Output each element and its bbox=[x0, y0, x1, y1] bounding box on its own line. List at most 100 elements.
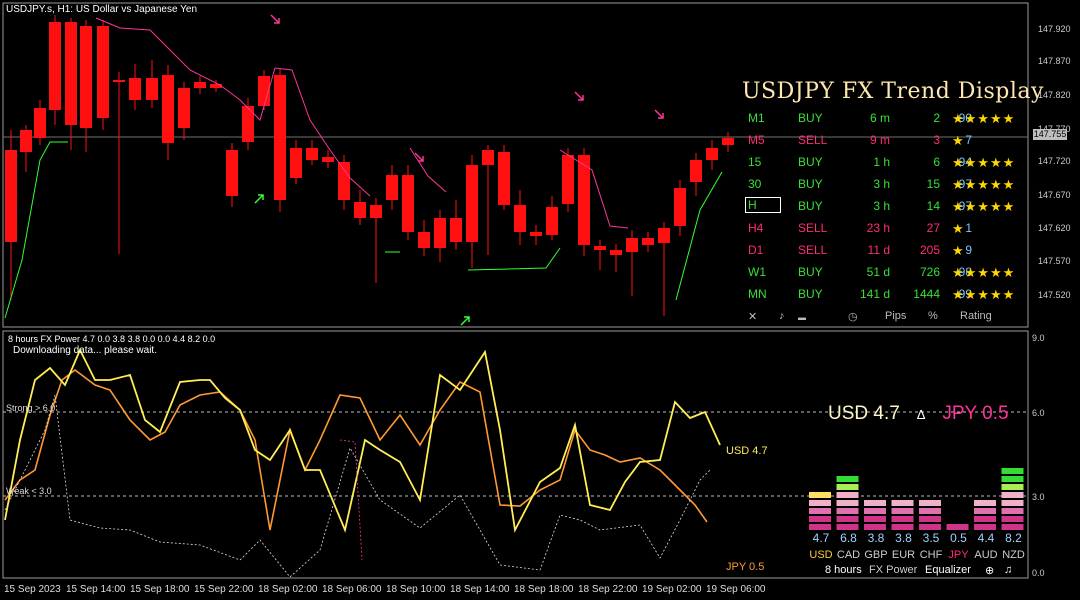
signal-label: BUY bbox=[798, 111, 823, 125]
currency-name[interactable]: CAD bbox=[835, 549, 863, 561]
currency-strength-value: 3.5 bbox=[922, 531, 940, 545]
usd-strength-line bbox=[4, 347, 721, 533]
equalizer-segment bbox=[891, 524, 914, 530]
currency-strength-value: 6.8 bbox=[840, 531, 857, 545]
wave-icon[interactable]: ▬ bbox=[798, 313, 806, 322]
timeframe-label[interactable]: H bbox=[745, 197, 781, 213]
signal-label: SELL bbox=[798, 243, 828, 257]
candle-body bbox=[386, 175, 398, 200]
candle-body bbox=[658, 228, 670, 243]
sound-icon[interactable]: ♫ bbox=[1004, 564, 1012, 576]
current-price-badge: 147.755 bbox=[1033, 129, 1067, 140]
music-icon[interactable]: ♪ bbox=[779, 310, 785, 322]
pips-value: 2 bbox=[933, 111, 940, 125]
percent-column-header[interactable]: % bbox=[928, 310, 938, 322]
period-selector[interactable]: 8 hours bbox=[825, 564, 862, 576]
candle-body bbox=[482, 150, 494, 165]
clock-icon[interactable]: ◷ bbox=[848, 310, 858, 323]
buy-arrow-icon bbox=[460, 316, 470, 326]
signal-label: SELL bbox=[798, 133, 828, 147]
equalizer-segment bbox=[1001, 468, 1024, 474]
time-tick: 18 Sep 18:00 bbox=[514, 584, 574, 595]
equalizer-segment bbox=[809, 500, 831, 506]
currency-name[interactable]: CHF bbox=[917, 549, 945, 561]
fx-power-label[interactable]: FX Power bbox=[869, 564, 917, 576]
currency-name[interactable]: JPY bbox=[945, 549, 973, 561]
trend-overlay-lines bbox=[4, 17, 723, 319]
timeframe-label[interactable]: M5 bbox=[748, 133, 778, 147]
equalizer-segment bbox=[891, 500, 914, 506]
time-tick: 18 Sep 10:00 bbox=[386, 584, 446, 595]
candle-body bbox=[113, 80, 125, 82]
currency-name[interactable]: EUR bbox=[890, 549, 918, 561]
rating-column-header[interactable]: Rating bbox=[960, 310, 992, 322]
signal-label: BUY bbox=[798, 199, 823, 213]
equalizer-segment bbox=[1001, 476, 1024, 482]
candle-body bbox=[354, 202, 366, 218]
candle-body bbox=[594, 246, 606, 250]
equalizer-segment bbox=[974, 524, 996, 530]
delta-icon: ∆ bbox=[917, 407, 926, 422]
equalizer-segment bbox=[919, 516, 941, 522]
equalizer-segment bbox=[864, 516, 886, 522]
currency-name[interactable]: NZD bbox=[1000, 549, 1028, 561]
currency-name[interactable]: AUD bbox=[972, 549, 1000, 561]
candle-body bbox=[338, 162, 350, 200]
candle-body bbox=[434, 218, 446, 248]
candlestick-series bbox=[5, 15, 734, 316]
candle-body bbox=[370, 205, 382, 218]
equalizer-segment bbox=[836, 508, 859, 514]
timeframe-label[interactable]: 15 bbox=[748, 155, 778, 169]
equalizer-segment bbox=[891, 516, 914, 522]
equalizer-segment bbox=[1001, 516, 1024, 522]
jpy-strength-line bbox=[4, 368, 708, 531]
rating-stars: ★★★★★ bbox=[952, 287, 1016, 302]
signal-label: BUY bbox=[798, 155, 823, 169]
equalizer-segment bbox=[974, 508, 996, 514]
timeframe-label[interactable]: H4 bbox=[748, 221, 778, 235]
sell-arrow-icon bbox=[654, 109, 664, 119]
signal-label: SELL bbox=[798, 221, 828, 235]
rating-stars: ★★★★★ bbox=[952, 199, 1016, 214]
move-icon[interactable]: ⊕ bbox=[985, 564, 994, 577]
pips-column-header[interactable]: Pips bbox=[885, 310, 906, 322]
time-tick: 19 Sep 06:00 bbox=[706, 584, 766, 595]
timeframe-label[interactable]: M1 bbox=[748, 111, 778, 125]
timeframe-label[interactable]: 30 bbox=[748, 177, 778, 191]
candle-body bbox=[20, 130, 32, 152]
currency-name[interactable]: GBP bbox=[862, 549, 890, 561]
candle-body bbox=[80, 26, 92, 128]
timeframe-label[interactable]: MN bbox=[748, 287, 778, 301]
currency-name[interactable]: USD bbox=[807, 549, 835, 561]
candle-body bbox=[178, 88, 190, 128]
candle-body bbox=[65, 22, 77, 125]
equalizer-segment bbox=[1001, 500, 1024, 506]
candle-body bbox=[642, 238, 654, 245]
close-icon[interactable]: ✕ bbox=[748, 310, 757, 323]
trend-display-title[interactable]: USDJPY FX Trend Display bbox=[742, 79, 1044, 104]
equalizer-segment bbox=[919, 500, 941, 506]
price-tick: 147.620 bbox=[1038, 223, 1071, 233]
rating-stars: ★★★★★ bbox=[952, 111, 1016, 126]
candle-body bbox=[530, 232, 542, 236]
equalizer-bars bbox=[809, 468, 1024, 530]
strong-level-label: Strong > 6.0 bbox=[6, 403, 56, 413]
candle-body bbox=[578, 155, 590, 245]
candle-body bbox=[306, 148, 318, 160]
equalizer-segment bbox=[1001, 492, 1024, 498]
equalizer-segment bbox=[836, 516, 859, 522]
candle-body bbox=[290, 148, 302, 178]
candle-body bbox=[514, 205, 526, 232]
timeframe-label[interactable]: D1 bbox=[748, 243, 778, 257]
currency-strength-value: 0.5 bbox=[950, 531, 967, 545]
timeframe-label[interactable]: W1 bbox=[748, 265, 778, 279]
candle-body bbox=[450, 218, 462, 242]
chart-symbol-header: USDJPY.s, H1: US Dollar vs Japanese Yen bbox=[6, 4, 198, 15]
equalizer-mode-button[interactable]: Equalizer bbox=[925, 564, 971, 576]
candle-body bbox=[674, 188, 686, 226]
duration-label: 3 h bbox=[873, 177, 890, 191]
duration-label: 23 h bbox=[866, 221, 890, 235]
uptrend-line bbox=[467, 247, 561, 271]
candle-body bbox=[546, 207, 558, 235]
oscillator-tick: 6.0 bbox=[1032, 408, 1045, 418]
